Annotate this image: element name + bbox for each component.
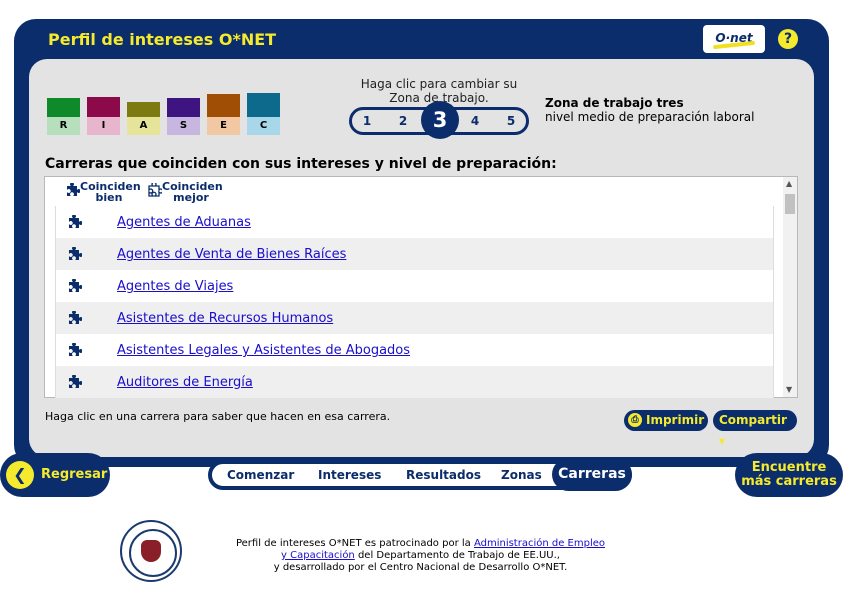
riasec-bar-label: E bbox=[207, 117, 240, 135]
find-line1: Encuentre bbox=[751, 460, 827, 475]
back-arrow-icon: ❮ bbox=[6, 461, 34, 489]
puzzle-filled-icon bbox=[64, 182, 81, 201]
career-link[interactable]: Agentes de Venta de Bienes Raíces bbox=[117, 247, 346, 262]
zone-4-button[interactable]: 4 bbox=[465, 107, 485, 135]
nav-carreras[interactable]: Carreras bbox=[552, 458, 632, 491]
list-item[interactable]: Asistentes Legales y Asistentes de Aboga… bbox=[56, 334, 773, 366]
scroll-up-icon[interactable]: ▲ bbox=[786, 179, 792, 188]
riasec-bar-label: C bbox=[247, 117, 280, 135]
legend-good-label: Coinciden bien bbox=[80, 180, 141, 204]
find-more-careers-button[interactable]: Encuentre más carreras bbox=[735, 453, 843, 497]
seal-eagle-icon bbox=[141, 540, 161, 562]
riasec-bar-label: S bbox=[167, 117, 200, 135]
puzzle-filled-icon bbox=[66, 246, 83, 267]
list-item[interactable]: Auditores de Energía bbox=[56, 366, 773, 398]
list-item[interactable]: Agentes de Venta de Bienes Raíces bbox=[56, 238, 773, 270]
footer-text-2: del Departamento de Trabajo de EE.UU., bbox=[354, 550, 560, 561]
scroll-thumb[interactable] bbox=[785, 194, 795, 214]
footer-text-3: y desarrollado por el Centro Nacional de… bbox=[273, 562, 568, 573]
careers-heading: Carreras que coinciden con sus intereses… bbox=[45, 156, 557, 172]
riasec-bar-fill bbox=[87, 97, 120, 118]
zone-1-button[interactable]: 1 bbox=[357, 107, 377, 135]
career-link[interactable]: Auditores de Energía bbox=[117, 375, 253, 390]
puzzle-filled-icon bbox=[66, 214, 83, 235]
career-link[interactable]: Agentes de Viajes bbox=[117, 279, 233, 294]
footer-text: Perfil de intereses O*NET es patrocinado… bbox=[228, 538, 613, 574]
back-label: Regresar bbox=[41, 467, 108, 482]
onet-logo[interactable]: O·net bbox=[703, 25, 765, 53]
nav-intereses[interactable]: Intereses bbox=[318, 468, 381, 482]
puzzle-filled-icon bbox=[66, 310, 83, 331]
nav-zonas[interactable]: Zonas bbox=[501, 468, 542, 482]
career-link[interactable]: Asistentes Legales y Asistentes de Aboga… bbox=[117, 343, 410, 358]
zone-name: Zona de trabajo tres bbox=[545, 96, 684, 110]
riasec-bar-fill bbox=[207, 94, 240, 118]
footer-text-1: Perfil de intereses O*NET es patrocinado… bbox=[235, 538, 474, 549]
list-item[interactable]: Agentes de Viajes bbox=[56, 270, 773, 302]
career-link[interactable]: Agentes de Aduanas bbox=[117, 215, 251, 230]
riasec-bar-fill bbox=[47, 98, 80, 118]
help-icon[interactable]: ? bbox=[778, 29, 798, 49]
list-scrollbar[interactable]: ▲ ▼ bbox=[783, 177, 797, 397]
print-button[interactable]: ⎙ Imprimir bbox=[624, 410, 708, 431]
riasec-bar-fill bbox=[167, 98, 200, 118]
page-title: Perfil de intereses O*NET bbox=[48, 30, 277, 49]
footer-link-eta-1[interactable]: Administración de Empleo bbox=[474, 538, 605, 549]
careers-list: Agentes de Aduanas Agentes de Venta de Bi… bbox=[55, 206, 774, 398]
list-hint: Haga clic en una carrera para saber que … bbox=[45, 410, 391, 423]
puzzle-filled-icon bbox=[66, 278, 83, 299]
zone-description: nivel medio de preparación laboral bbox=[545, 110, 755, 124]
find-line2: más carreras bbox=[741, 474, 837, 489]
puzzle-outline-icon bbox=[146, 181, 164, 201]
zone-3-button[interactable]: 3 bbox=[421, 101, 459, 139]
riasec-bar-fill bbox=[127, 102, 160, 118]
riasec-bar-fill bbox=[247, 93, 280, 118]
scroll-down-icon[interactable]: ▼ bbox=[786, 385, 792, 394]
legend-better-label: Coinciden mejor bbox=[162, 180, 223, 204]
riasec-bar-label: I bbox=[87, 117, 120, 135]
zone-5-button[interactable]: 5 bbox=[501, 107, 521, 135]
print-label: Imprimir bbox=[646, 413, 705, 427]
list-item[interactable]: Agentes de Aduanas bbox=[56, 206, 773, 238]
footer-link-eta-2[interactable]: y Capacitación bbox=[281, 550, 355, 561]
riasec-bar-label: R bbox=[47, 117, 80, 135]
riasec-bar-label: A bbox=[127, 117, 160, 135]
zone-2-button[interactable]: 2 bbox=[393, 107, 413, 135]
back-button[interactable]: ❮ Regresar bbox=[0, 453, 110, 497]
share-button[interactable]: Compartir ▾ bbox=[713, 410, 797, 448]
dol-seal-logo bbox=[120, 520, 182, 582]
printer-icon: ⎙ bbox=[628, 413, 642, 427]
puzzle-filled-icon bbox=[66, 374, 83, 395]
list-item[interactable]: Asistentes de Recursos Humanos bbox=[56, 302, 773, 334]
puzzle-filled-icon bbox=[66, 342, 83, 363]
nav-resultados[interactable]: Resultados bbox=[406, 468, 481, 482]
career-link[interactable]: Asistentes de Recursos Humanos bbox=[117, 311, 333, 326]
nav-comenzar[interactable]: Comenzar bbox=[227, 468, 294, 482]
